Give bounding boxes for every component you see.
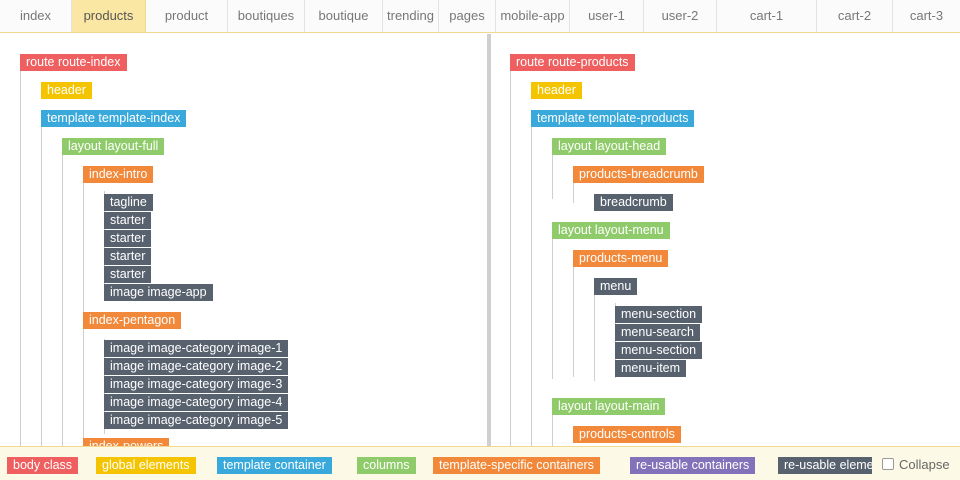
- legend-columns: columns: [357, 457, 416, 474]
- tree-guide-line: [41, 127, 42, 446]
- legend-global-elements: global elements: [96, 457, 196, 474]
- template-node[interactable]: template template-products: [531, 110, 695, 127]
- tab-mobile-app[interactable]: mobile-app: [496, 0, 570, 32]
- element-node[interactable]: menu-search: [615, 324, 700, 341]
- tree-guide-line: [20, 71, 21, 446]
- container-node[interactable]: index-powers: [83, 438, 170, 446]
- element-node[interactable]: starter: [104, 248, 152, 265]
- tree-guide-line: [62, 155, 63, 446]
- element-node[interactable]: menu-item: [615, 360, 687, 377]
- element-node[interactable]: starter: [104, 230, 152, 247]
- layout-node[interactable]: layout layout-full: [62, 138, 165, 155]
- container-node[interactable]: products-controls: [573, 426, 681, 443]
- element-node[interactable]: image image-app: [104, 284, 213, 301]
- route-node[interactable]: route route-products: [510, 54, 635, 71]
- collapse-label: Collapse: [899, 456, 950, 472]
- element-node[interactable]: image image-category image-3: [104, 376, 289, 393]
- element-node[interactable]: image image-category image-2: [104, 358, 289, 375]
- tab-index[interactable]: index: [0, 0, 72, 32]
- tree-guide-line: [573, 267, 574, 377]
- element-node[interactable]: menu: [594, 278, 638, 295]
- element-node[interactable]: image image-category image-1: [104, 340, 289, 357]
- tab-cart-2[interactable]: cart-2: [817, 0, 893, 32]
- layout-node[interactable]: layout layout-menu: [552, 222, 670, 239]
- tab-user-2[interactable]: user-2: [644, 0, 717, 32]
- legend-re-usable-containers: re-usable containers: [630, 457, 756, 474]
- template-node[interactable]: template template-index: [41, 110, 187, 127]
- legend-body-class: body class: [7, 457, 79, 474]
- tab-product[interactable]: product: [146, 0, 228, 32]
- collapse-toggle[interactable]: Collapse: [872, 447, 960, 480]
- global-element-node[interactable]: header: [531, 82, 582, 99]
- tab-pages[interactable]: pages: [439, 0, 496, 32]
- tab-cart-1[interactable]: cart-1: [717, 0, 817, 32]
- element-node[interactable]: image image-category image-5: [104, 412, 289, 429]
- collapse-checkbox[interactable]: [882, 458, 894, 470]
- left-structure-pane: route route-index header template templa…: [0, 34, 487, 446]
- tab-user-1[interactable]: user-1: [570, 0, 644, 32]
- route-node[interactable]: route route-index: [20, 54, 127, 71]
- tree-guide-line: [573, 183, 574, 203]
- legend-re-usable-elements: re-usable elements: [778, 457, 878, 474]
- tab-trending[interactable]: trending: [383, 0, 439, 32]
- element-node[interactable]: menu-section: [615, 306, 703, 323]
- container-node[interactable]: index-pentagon: [83, 312, 182, 329]
- layout-node[interactable]: layout layout-head: [552, 138, 667, 155]
- tab-cart-3[interactable]: cart-3: [893, 0, 960, 32]
- left-structure-tree: route route-index header template templa…: [0, 34, 487, 446]
- legend-template-container: template container: [217, 457, 332, 474]
- tree-guide-line: [531, 127, 532, 446]
- right-structure-tree: route route-products header template tem…: [491, 34, 960, 446]
- tab-boutiques[interactable]: boutiques: [228, 0, 305, 32]
- tree-guide-line: [552, 415, 553, 446]
- tree-guide-line: [594, 295, 595, 381]
- element-node[interactable]: starter: [104, 266, 152, 283]
- element-node[interactable]: breadcrumb: [594, 194, 673, 211]
- tab-products[interactable]: products: [72, 0, 146, 32]
- container-node[interactable]: products-menu: [573, 250, 669, 267]
- tree-guide-line: [552, 155, 553, 199]
- element-node[interactable]: tagline: [104, 194, 153, 211]
- tab-boutique[interactable]: boutique: [305, 0, 383, 32]
- tab-bar: index products product boutiques boutiqu…: [0, 0, 960, 33]
- legend-template-specific-containers: template-specific containers: [433, 457, 600, 474]
- element-node[interactable]: menu-section: [615, 342, 703, 359]
- global-element-node[interactable]: header: [41, 82, 92, 99]
- tree-guide-line: [552, 239, 553, 379]
- legend-bar: body class global elements template cont…: [0, 446, 960, 480]
- element-node[interactable]: image image-category image-4: [104, 394, 289, 411]
- container-node[interactable]: index-intro: [83, 166, 154, 183]
- layout-node[interactable]: layout layout-main: [552, 398, 666, 415]
- right-structure-pane: route route-products header template tem…: [491, 34, 960, 446]
- container-node[interactable]: products-breadcrumb: [573, 166, 704, 183]
- tree-guide-line: [510, 71, 511, 446]
- element-node[interactable]: starter: [104, 212, 152, 229]
